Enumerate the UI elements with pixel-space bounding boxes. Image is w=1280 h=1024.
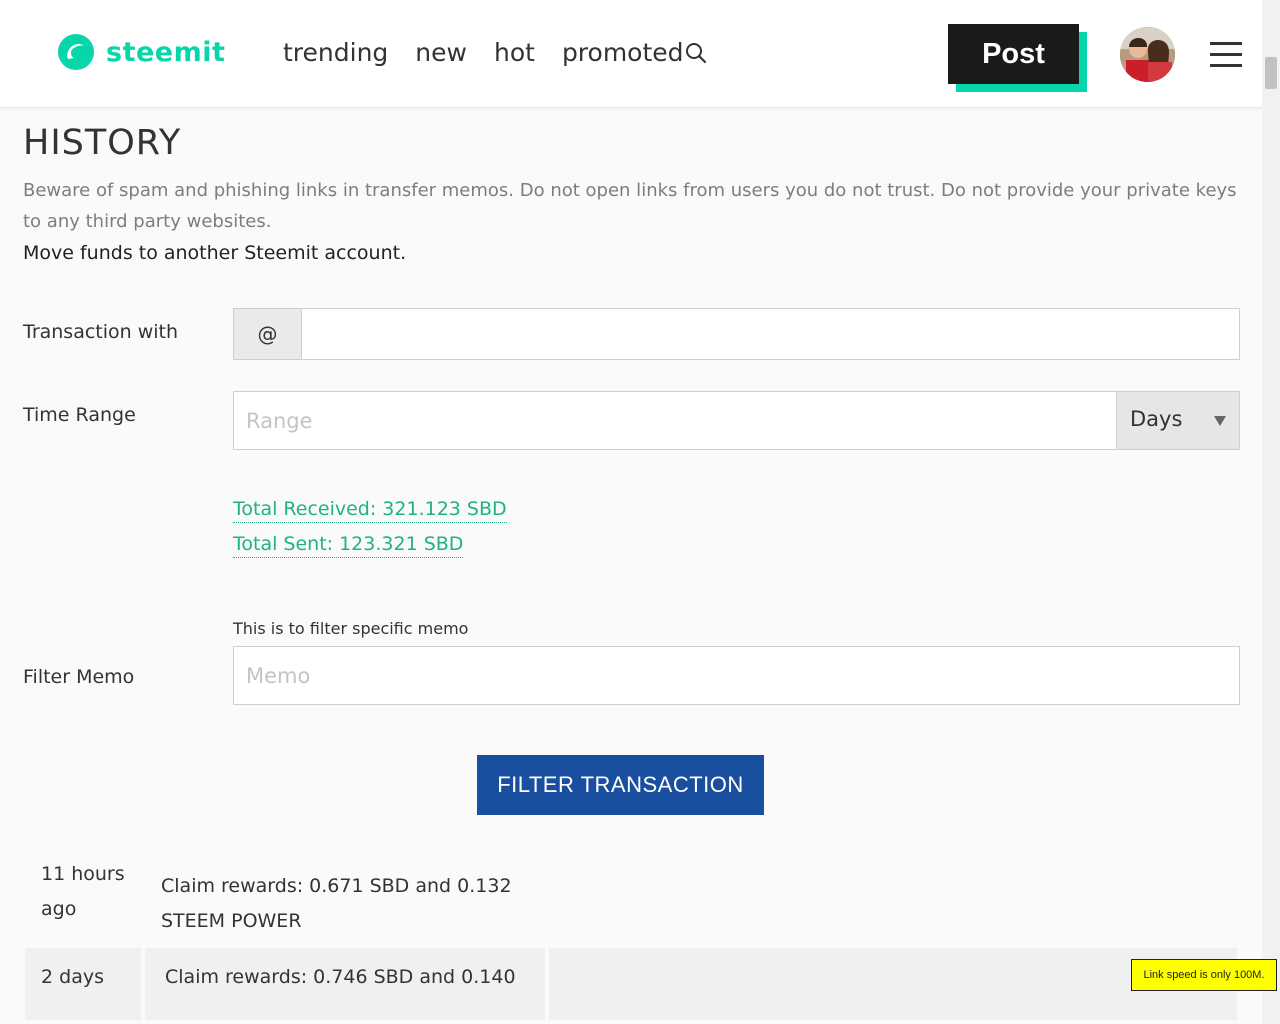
link-speed-tooltip: Link speed is only 100M. — [1131, 959, 1277, 991]
total-received[interactable]: Total Received: 321.123 SBD — [233, 497, 507, 523]
row-time: 11 hours ago — [41, 863, 125, 920]
search-icon[interactable] — [684, 41, 708, 65]
history-section: HISTORY Beware of spam and phishing link… — [23, 120, 1240, 270]
table-row: 11 hours ago Claim rewards: 0.671 SBD an… — [25, 850, 1237, 939]
row-time: 2 days — [25, 948, 145, 1020]
time-unit-select[interactable]: Days — [1116, 391, 1240, 450]
post-button-wrapper: Post — [948, 24, 1088, 92]
steemit-logo-icon — [58, 34, 94, 70]
page-scrollbar[interactable] — [1262, 0, 1280, 1024]
row-description: Claim rewards: 0.746 SBD and 0.140 — [145, 948, 549, 1020]
total-sent[interactable]: Total Sent: 123.321 SBD — [233, 532, 464, 558]
row-description: Claim rewards: 0.671 SBD and 0.132 STEEM… — [161, 875, 512, 932]
transaction-history-table: 11 hours ago Claim rewards: 0.671 SBD an… — [25, 850, 1237, 1020]
avatar-photo — [1120, 27, 1175, 82]
transaction-with-label: Transaction with — [23, 321, 179, 343]
menu-icon[interactable] — [1210, 42, 1242, 70]
filter-memo-label: Filter Memo — [23, 666, 135, 688]
table-row: 2 days Claim rewards: 0.746 SBD and 0.14… — [25, 948, 1237, 1020]
nav-hot[interactable]: hot — [494, 36, 535, 70]
chevron-down-icon — [1214, 416, 1226, 426]
time-range-label: Time Range — [23, 404, 136, 426]
filter-transaction-button[interactable]: FILTER TRANSACTION — [477, 755, 764, 815]
brand-name: steemit — [106, 36, 226, 68]
time-unit-value: Days — [1130, 407, 1183, 431]
scrollbar-thumb[interactable] — [1265, 57, 1277, 89]
memo-input[interactable] — [233, 646, 1240, 705]
nav-new[interactable]: new — [415, 36, 467, 70]
transaction-with-input[interactable] — [301, 308, 1240, 360]
top-navigation-bar: steemit trending new hot promoted Post — [0, 0, 1262, 108]
memo-hint: This is to filter specific memo — [233, 619, 469, 638]
steemit-logo[interactable]: steemit — [56, 32, 225, 72]
avatar[interactable] — [1120, 27, 1175, 82]
nav-promoted[interactable]: promoted — [562, 36, 684, 70]
page-title: HISTORY — [23, 123, 182, 163]
phishing-warning: Beware of spam and phishing links in tra… — [23, 180, 1237, 232]
at-symbol-addon: @ — [233, 308, 301, 360]
main-nav: trending new hot promoted — [283, 36, 684, 70]
page-subtitle: Move funds to another Steemit account. — [23, 242, 407, 264]
nav-trending[interactable]: trending — [283, 36, 388, 70]
post-button[interactable]: Post — [948, 24, 1079, 84]
range-input[interactable] — [233, 391, 1117, 450]
